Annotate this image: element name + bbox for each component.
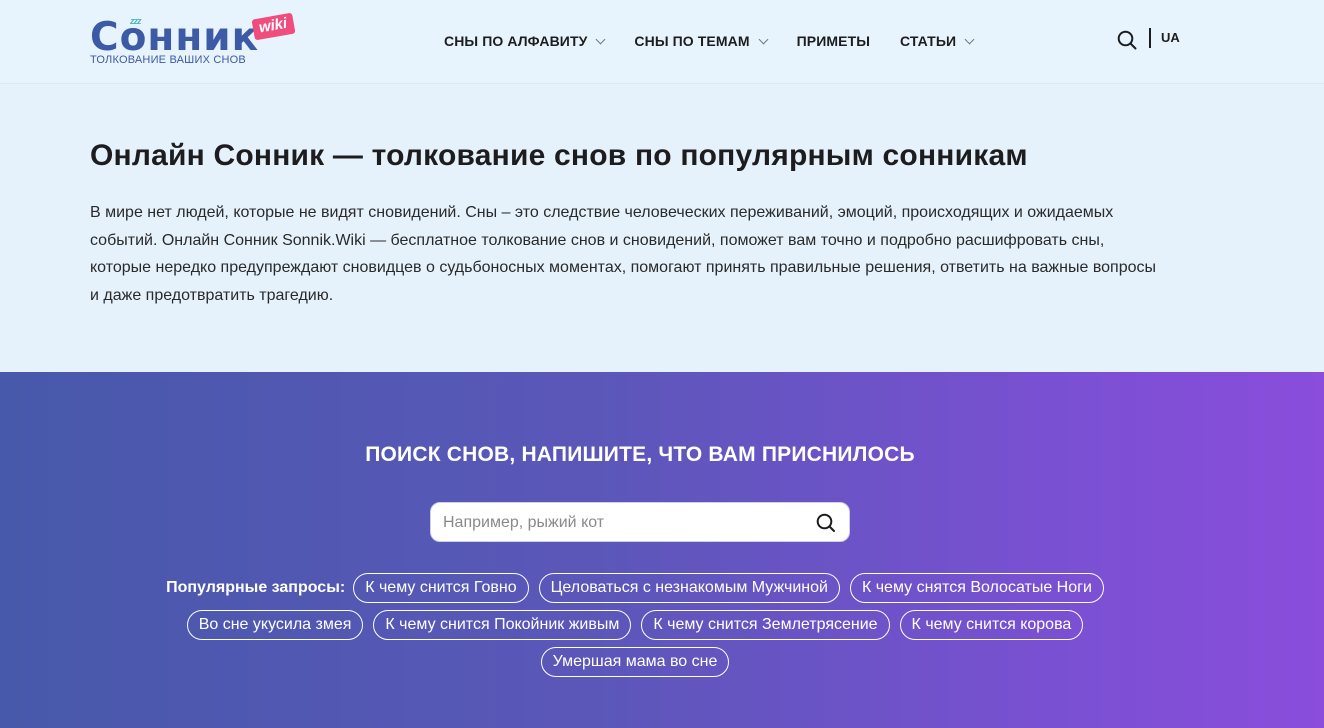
search-box <box>430 502 850 542</box>
popular-query-tag[interactable]: Целоваться с незнакомым Мужчиной <box>538 573 840 603</box>
nav-item-label: ПРИМЕТЫ <box>796 33 871 49</box>
nav-item-label: СТАТЬИ <box>900 33 957 49</box>
popular-query-tag[interactable]: Умершая мама во сне <box>540 647 730 677</box>
site-header: Сонник zzz wiki ТОЛКОВАНИЕ ВАШИХ СНОВ СН… <box>0 0 1324 84</box>
dream-search-section: ПОИСК СНОВ, НАПИШИТЕ, ЧТО ВАМ ПРИСНИЛОСЬ… <box>0 372 1324 728</box>
nav-item-articles[interactable]: СТАТЬИ <box>900 33 975 49</box>
logo-tagline: ТОЛКОВАНИЕ ВАШИХ СНОВ <box>90 54 246 66</box>
nav-item-omens[interactable]: ПРИМЕТЫ <box>797 33 870 49</box>
page-title: Онлайн Сонник — толкование снов по попул… <box>90 139 1028 172</box>
logo-sleep-icon: zzz <box>130 16 141 26</box>
popular-queries-label: Популярные запросы: <box>166 579 346 596</box>
popular-query-tag[interactable]: К чему снится корова <box>899 610 1084 640</box>
header-divider <box>1149 28 1151 48</box>
popular-query-tag[interactable]: К чему снится Землетрясение <box>641 610 890 640</box>
nav-item-alphabet[interactable]: СНЫ ПО АЛФАВИТУ <box>444 33 606 49</box>
logo-wordmark: Сонник <box>90 15 260 60</box>
site-logo[interactable]: Сонник zzz wiki ТОЛКОВАНИЕ ВАШИХ СНОВ <box>90 12 300 72</box>
intro-text: В мире нет людей, которые не видят снови… <box>90 204 1156 304</box>
header-search-icon[interactable] <box>1117 30 1137 50</box>
search-icon <box>1117 30 1137 50</box>
popular-query-tag[interactable]: Во сне укусила змея <box>186 610 364 640</box>
intro-section: Онлайн Сонник — толкование снов по попул… <box>0 85 1324 372</box>
popular-queries: Популярные запросы: К чему снится Говно … <box>100 573 1180 677</box>
chevron-down-icon <box>964 34 975 44</box>
nav-item-label: СНЫ ПО ТЕМАМ <box>634 33 750 49</box>
popular-query-tag[interactable]: К чему снится Говно <box>353 573 529 603</box>
nav-item-label: СНЫ ПО АЛФАВИТУ <box>444 33 588 49</box>
popular-query-tag[interactable]: К чему снится Покойник живым <box>373 610 632 640</box>
search-input[interactable] <box>443 511 803 535</box>
popular-query-tag[interactable]: К чему снятся Волосатые Ноги <box>849 573 1104 603</box>
main-nav: СНЫ ПО АЛФАВИТУ СНЫ ПО ТЕМАМ ПРИМЕТЫ СТА… <box>444 32 1003 50</box>
language-switch[interactable]: UA <box>1161 30 1180 45</box>
search-icon <box>816 513 835 532</box>
chevron-down-icon <box>595 34 606 44</box>
search-submit-button[interactable] <box>815 512 837 534</box>
chevron-down-icon <box>758 34 769 44</box>
nav-item-topics[interactable]: СНЫ ПО ТЕМАМ <box>634 33 769 49</box>
search-heading: ПОИСК СНОВ, НАПИШИТЕ, ЧТО ВАМ ПРИСНИЛОСЬ <box>365 443 915 466</box>
